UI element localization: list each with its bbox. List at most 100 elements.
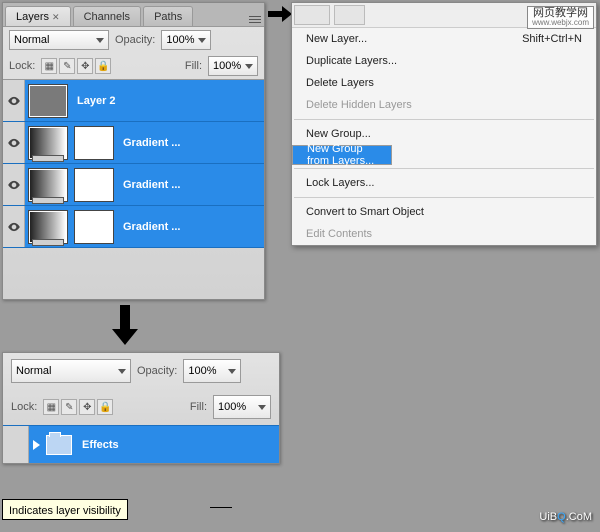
lock-label: Lock: [9,60,35,72]
menu-label: Delete Hidden Layers [306,99,412,111]
lock-transparent-icon[interactable]: ▦ [43,399,59,415]
menu-label: New Layer... [306,33,367,45]
menu-label: New Group from Layers... [307,143,377,167]
visibility-toggle[interactable] [3,164,25,205]
blend-mode-value: Normal [16,365,51,377]
menu-label: Duplicate Layers... [306,55,397,67]
fill-value: 100% [218,401,246,413]
lock-paint-icon[interactable]: ✎ [59,58,75,74]
fill-input[interactable]: 100% [208,56,258,76]
tab-paths-label: Paths [154,11,182,23]
menu-lock-layers[interactable]: Lock Layers... [292,172,596,194]
watermark-bottom: UiBQ.CoM [539,500,592,526]
menu-separator [294,197,594,198]
wm-b: Q [557,511,566,523]
visibility-toggle[interactable] [3,80,25,121]
group-item[interactable]: Effects [3,425,279,463]
watermark-url: www.webjx.com [532,19,589,27]
watermark-top: 网页教学网www.webjx.com [527,6,594,29]
menu-shortcut: Shift+Ctrl+N [522,33,582,45]
eye-icon [7,178,21,192]
layers-panel: Layers✕ Channels Paths Normal Opacity: 1… [2,2,265,300]
mask-thumbnail[interactable] [75,127,113,159]
lock-icons: ▦ ✎ ✥ 🔒 [41,58,111,74]
tab-paths[interactable]: Paths [143,6,193,26]
opacity-input[interactable]: 100% [183,359,241,383]
chevron-down-icon [258,405,266,410]
group-name[interactable]: Effects [82,439,119,451]
layer-item[interactable]: Gradient ... [3,164,264,206]
menu-convert-smart-object[interactable]: Convert to Smart Object [292,201,596,223]
wm-a: UiB [539,511,557,523]
layer-item[interactable]: Gradient ... [3,206,264,248]
opacity-value: 100% [166,34,194,46]
tab-layers[interactable]: Layers✕ [5,6,71,26]
tab-channels-label: Channels [84,11,130,23]
lock-row: Lock: ▦ ✎ ✥ 🔒 Fill: 100% [3,389,279,425]
layer-item[interactable]: Layer 2 [3,80,264,122]
panel-tabs: Layers✕ Channels Paths [3,3,264,27]
visibility-toggle[interactable] [3,122,25,163]
lock-all-icon[interactable]: 🔒 [95,58,111,74]
blend-row: Normal Opacity: 100% [3,353,279,389]
mask-thumbnail[interactable] [75,211,113,243]
lock-all-icon[interactable]: 🔒 [97,399,113,415]
tab-layers-label: Layers [16,11,49,23]
blend-mode-select[interactable]: Normal [9,30,109,50]
layer-list: Layer 2 Gradient ... Gradient ... Gradie… [3,79,264,248]
tab-channels[interactable]: Channels [73,6,141,26]
close-icon[interactable]: ✕ [52,12,60,22]
menu-new-group[interactable]: New Group... [292,123,596,145]
lock-paint-icon[interactable]: ✎ [61,399,77,415]
menu-label: Delete Layers [306,77,374,89]
fill-value: 100% [213,60,241,72]
eye-icon [7,94,21,108]
wm-c: .CoM [566,511,592,523]
chevron-down-icon [198,38,206,43]
menu-label: Convert to Smart Object [306,206,424,218]
lock-row: Lock: ▦ ✎ ✥ 🔒 Fill: 100% [3,53,264,79]
chevron-down-icon [118,369,126,374]
menu-tab[interactable] [294,5,330,25]
layer-thumbnail[interactable] [29,211,67,243]
layer-thumbnail[interactable] [29,85,67,117]
menu-new-layer[interactable]: New Layer... Shift+Ctrl+N [292,28,596,50]
blend-mode-select[interactable]: Normal [11,359,131,383]
chevron-down-icon [228,369,236,374]
opacity-label: Opacity: [137,365,177,377]
visibility-toggle[interactable] [3,206,25,247]
chevron-down-icon [96,38,104,43]
layer-name[interactable]: Gradient ... [123,221,180,233]
menu-delete-layers[interactable]: Delete Layers [292,72,596,94]
lock-move-icon[interactable]: ✥ [77,58,93,74]
menu-new-group-from-layers[interactable]: New Group from Layers... [292,145,392,165]
layer-thumbnail[interactable] [29,127,67,159]
arrow-down-icon [112,305,138,348]
menu-label: Edit Contents [306,228,372,240]
fill-input[interactable]: 100% [213,395,271,419]
lock-label: Lock: [11,401,37,413]
fill-label: Fill: [185,60,202,72]
folder-icon [46,435,72,455]
fill-label: Fill: [190,401,207,413]
lock-transparent-icon[interactable]: ▦ [41,58,57,74]
tooltip-connector [210,507,232,508]
expand-triangle-icon[interactable] [33,440,40,450]
menu-separator [294,119,594,120]
layer-name[interactable]: Layer 2 [77,95,116,107]
lock-move-icon[interactable]: ✥ [79,399,95,415]
opacity-input[interactable]: 100% [161,30,211,50]
visibility-toggle[interactable] [3,426,29,463]
menu-tab[interactable] [334,5,364,25]
panel-menu-icon[interactable] [246,12,264,26]
layer-item[interactable]: Gradient ... [3,122,264,164]
tooltip-text: Indicates layer visibility [9,505,121,517]
mask-thumbnail[interactable] [75,169,113,201]
layer-name[interactable]: Gradient ... [123,137,180,149]
opacity-label: Opacity: [115,34,155,46]
blend-mode-value: Normal [14,34,49,46]
menu-duplicate-layers[interactable]: Duplicate Layers... [292,50,596,72]
layer-name[interactable]: Gradient ... [123,179,180,191]
menu-edit-contents: Edit Contents [292,223,596,245]
layer-thumbnail[interactable] [29,169,67,201]
